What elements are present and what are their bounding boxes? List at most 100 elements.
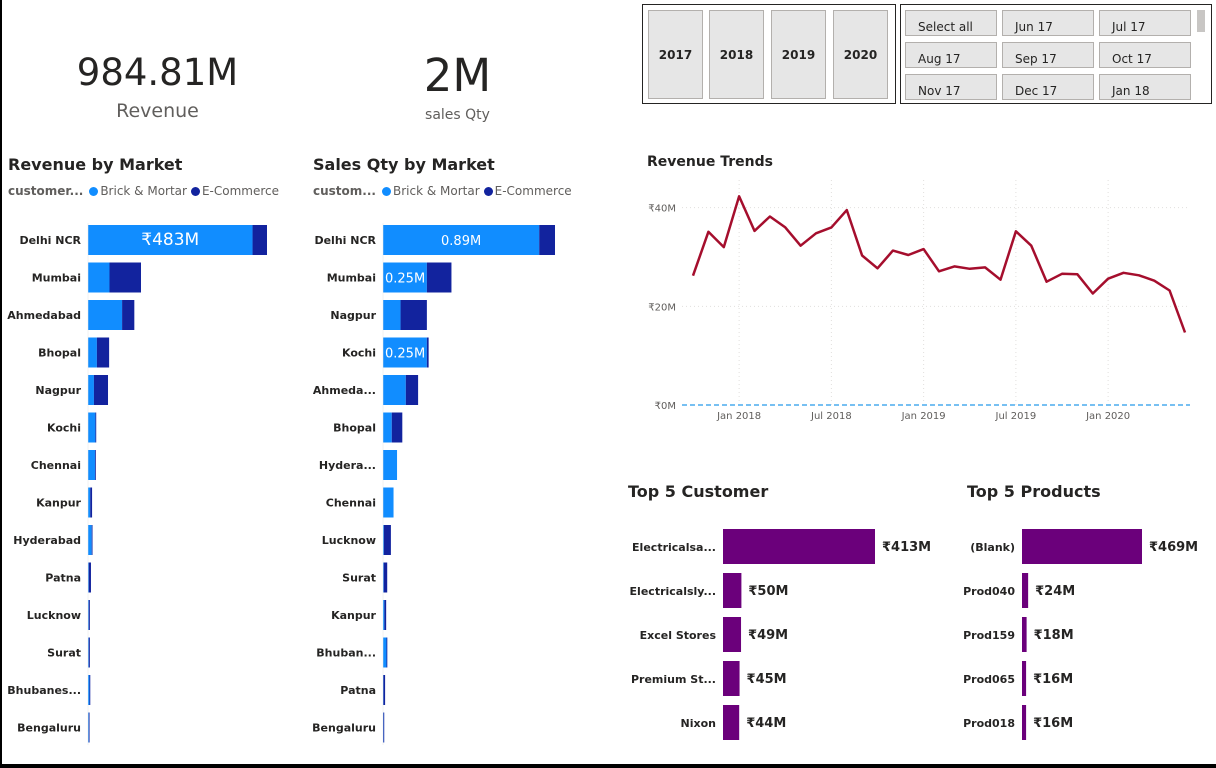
- revenue-card[interactable]: 984.81M Revenue: [60, 45, 255, 130]
- bar-brick-mortar: [383, 375, 406, 405]
- month-tile-nov17[interactable]: Nov 17: [905, 74, 997, 100]
- data-label: ₹483M: [141, 230, 199, 250]
- y-tick-label: ₹0M: [655, 401, 676, 412]
- legend-item-ecommerce[interactable]: E-Commerce: [483, 184, 572, 198]
- legend-item-ecommerce[interactable]: E-Commerce: [190, 184, 279, 198]
- y-tick-label: ₹40M: [648, 204, 676, 215]
- bar-ecommerce: [391, 412, 403, 443]
- top5-customer-title: Top 5 Customer: [628, 482, 769, 501]
- category-label: Patna: [340, 684, 376, 697]
- bar-brick-mortar: [383, 637, 387, 668]
- bar-brick-mortar: [88, 375, 94, 405]
- data-label: ₹469M: [1149, 540, 1198, 555]
- month-tile-jul17[interactable]: Jul 17: [1099, 10, 1191, 36]
- month-slicer-scrollbar[interactable]: [1197, 10, 1205, 32]
- month-tile-sep17[interactable]: Sep 17: [1002, 42, 1094, 68]
- bar-ecommerce: [426, 337, 429, 368]
- bar-ecommerce: [88, 712, 90, 743]
- category-label: Bhubanes...: [7, 684, 81, 697]
- bar-ecommerce: [88, 600, 90, 630]
- year-tile-2020[interactable]: 2020: [833, 10, 888, 99]
- month-tile-jun17[interactable]: Jun 17: [1002, 10, 1094, 36]
- year-slicer: 2017 2018 2019 2020: [642, 4, 896, 104]
- bar: [723, 705, 740, 740]
- month-tile-select-all[interactable]: Select all: [905, 10, 997, 36]
- bar-ecommerce: [91, 525, 93, 555]
- legend-label: E-Commerce: [494, 184, 572, 198]
- category-label: Patna: [45, 572, 81, 585]
- category-label: Premium St...: [631, 673, 716, 686]
- bar-brick-mortar: [88, 450, 96, 480]
- category-label: Prod159: [963, 629, 1015, 642]
- legend-dot-icon: [381, 186, 391, 196]
- bar-ecommerce: [252, 225, 267, 255]
- bar-ecommerce: [383, 562, 388, 593]
- data-label: 0.89M: [441, 234, 481, 249]
- legend-dot-icon: [190, 186, 200, 196]
- category-label: Surat: [342, 572, 376, 585]
- bar-ecommerce: [426, 262, 452, 293]
- bar-ecommerce: [88, 637, 90, 668]
- legend-title: custom...: [313, 184, 376, 198]
- bar-brick-mortar: [88, 487, 91, 518]
- category-label: Bhopal: [333, 422, 376, 435]
- bar-ecommerce: [95, 412, 97, 443]
- category-label: Kochi: [47, 422, 81, 435]
- bar-ecommerce: [90, 487, 93, 518]
- month-tile-dec17[interactable]: Dec 17: [1002, 74, 1094, 100]
- category-label: (Blank): [970, 541, 1015, 554]
- data-label: ₹18M: [1034, 628, 1074, 643]
- x-tick-label: Jan 2018: [716, 411, 761, 422]
- month-tile-oct17[interactable]: Oct 17: [1099, 42, 1191, 68]
- month-tile-aug17[interactable]: Aug 17: [905, 42, 997, 68]
- category-label: Bhopal: [38, 347, 81, 360]
- legend-item-brick-mortar[interactable]: Brick & Mortar: [381, 184, 480, 198]
- category-label: Kanpur: [331, 609, 376, 622]
- category-label: Electricalsa...: [632, 541, 716, 554]
- category-label: Kochi: [342, 347, 376, 360]
- category-label: Hyderabad: [13, 534, 81, 547]
- bar: [723, 617, 742, 652]
- legend-label: Brick & Mortar: [392, 184, 480, 198]
- bar-ecommerce: [384, 600, 387, 630]
- data-label: ₹16M: [1033, 716, 1073, 731]
- bar-ecommerce: [400, 300, 427, 330]
- top5-products-title: Top 5 Products: [967, 482, 1101, 501]
- data-label: ₹16M: [1033, 672, 1073, 687]
- category-label: Delhi NCR: [19, 234, 81, 247]
- bar: [723, 529, 875, 564]
- category-label: Electricalsly...: [630, 585, 716, 598]
- bar: [1022, 617, 1027, 652]
- y-tick-label: ₹20M: [648, 302, 676, 313]
- category-label: Ahmeda...: [313, 384, 376, 397]
- category-label: Chennai: [31, 459, 81, 472]
- sales-qty-card[interactable]: 2M sales Qty: [380, 45, 535, 130]
- category-label: Prod018: [963, 717, 1015, 730]
- bar-ecommerce: [122, 300, 135, 330]
- category-label: Ahmedabad: [7, 309, 81, 322]
- category-label: Mumbai: [327, 272, 376, 285]
- top5-products-chart[interactable]: (Blank) ₹469M Prod040 ₹24M Prod159 ₹18M Prod06…: [960, 520, 1210, 750]
- legend-label: Brick & Mortar: [100, 184, 187, 198]
- sales-qty-by-market-legend: custom... Brick & Mortar E-Commerce: [313, 184, 576, 198]
- category-label: Prod040: [963, 585, 1015, 598]
- revenue-by-market-chart[interactable]: Delhi NCR ₹483M Mumbai Ahmedabad Bhopal Nagpu…: [0, 215, 300, 750]
- legend-title: customer...: [8, 184, 84, 198]
- year-tile-2017[interactable]: 2017: [648, 10, 703, 99]
- sales-qty-by-market-chart[interactable]: Delhi NCR 0.89M Mumbai 0.25M Nagpur Kochi 0.25…: [300, 215, 600, 750]
- x-tick-label: Jul 2018: [810, 411, 852, 422]
- data-label: ₹413M: [882, 540, 931, 555]
- data-label: 0.25M: [385, 347, 425, 362]
- top5-customer-chart[interactable]: Electricalsa... ₹413M Electricalsly... ₹50M…: [620, 520, 955, 750]
- year-tile-2018[interactable]: 2018: [709, 10, 764, 99]
- bar-ecommerce: [93, 375, 109, 405]
- bar-ecommerce: [383, 712, 385, 743]
- revenue-trends-chart[interactable]: Jan 2018 Jul 2018 Jan 2019 Jul 2019 Jan 2020…: [630, 175, 1210, 435]
- legend-item-brick-mortar[interactable]: Brick & Mortar: [89, 184, 187, 198]
- bar: [1022, 661, 1027, 696]
- bar-ecommerce: [96, 337, 110, 368]
- year-tile-2019[interactable]: 2019: [771, 10, 826, 99]
- month-tile-jan18[interactable]: Jan 18: [1099, 74, 1191, 100]
- bar-brick-mortar: [88, 412, 96, 443]
- bar-brick-mortar: [383, 412, 392, 443]
